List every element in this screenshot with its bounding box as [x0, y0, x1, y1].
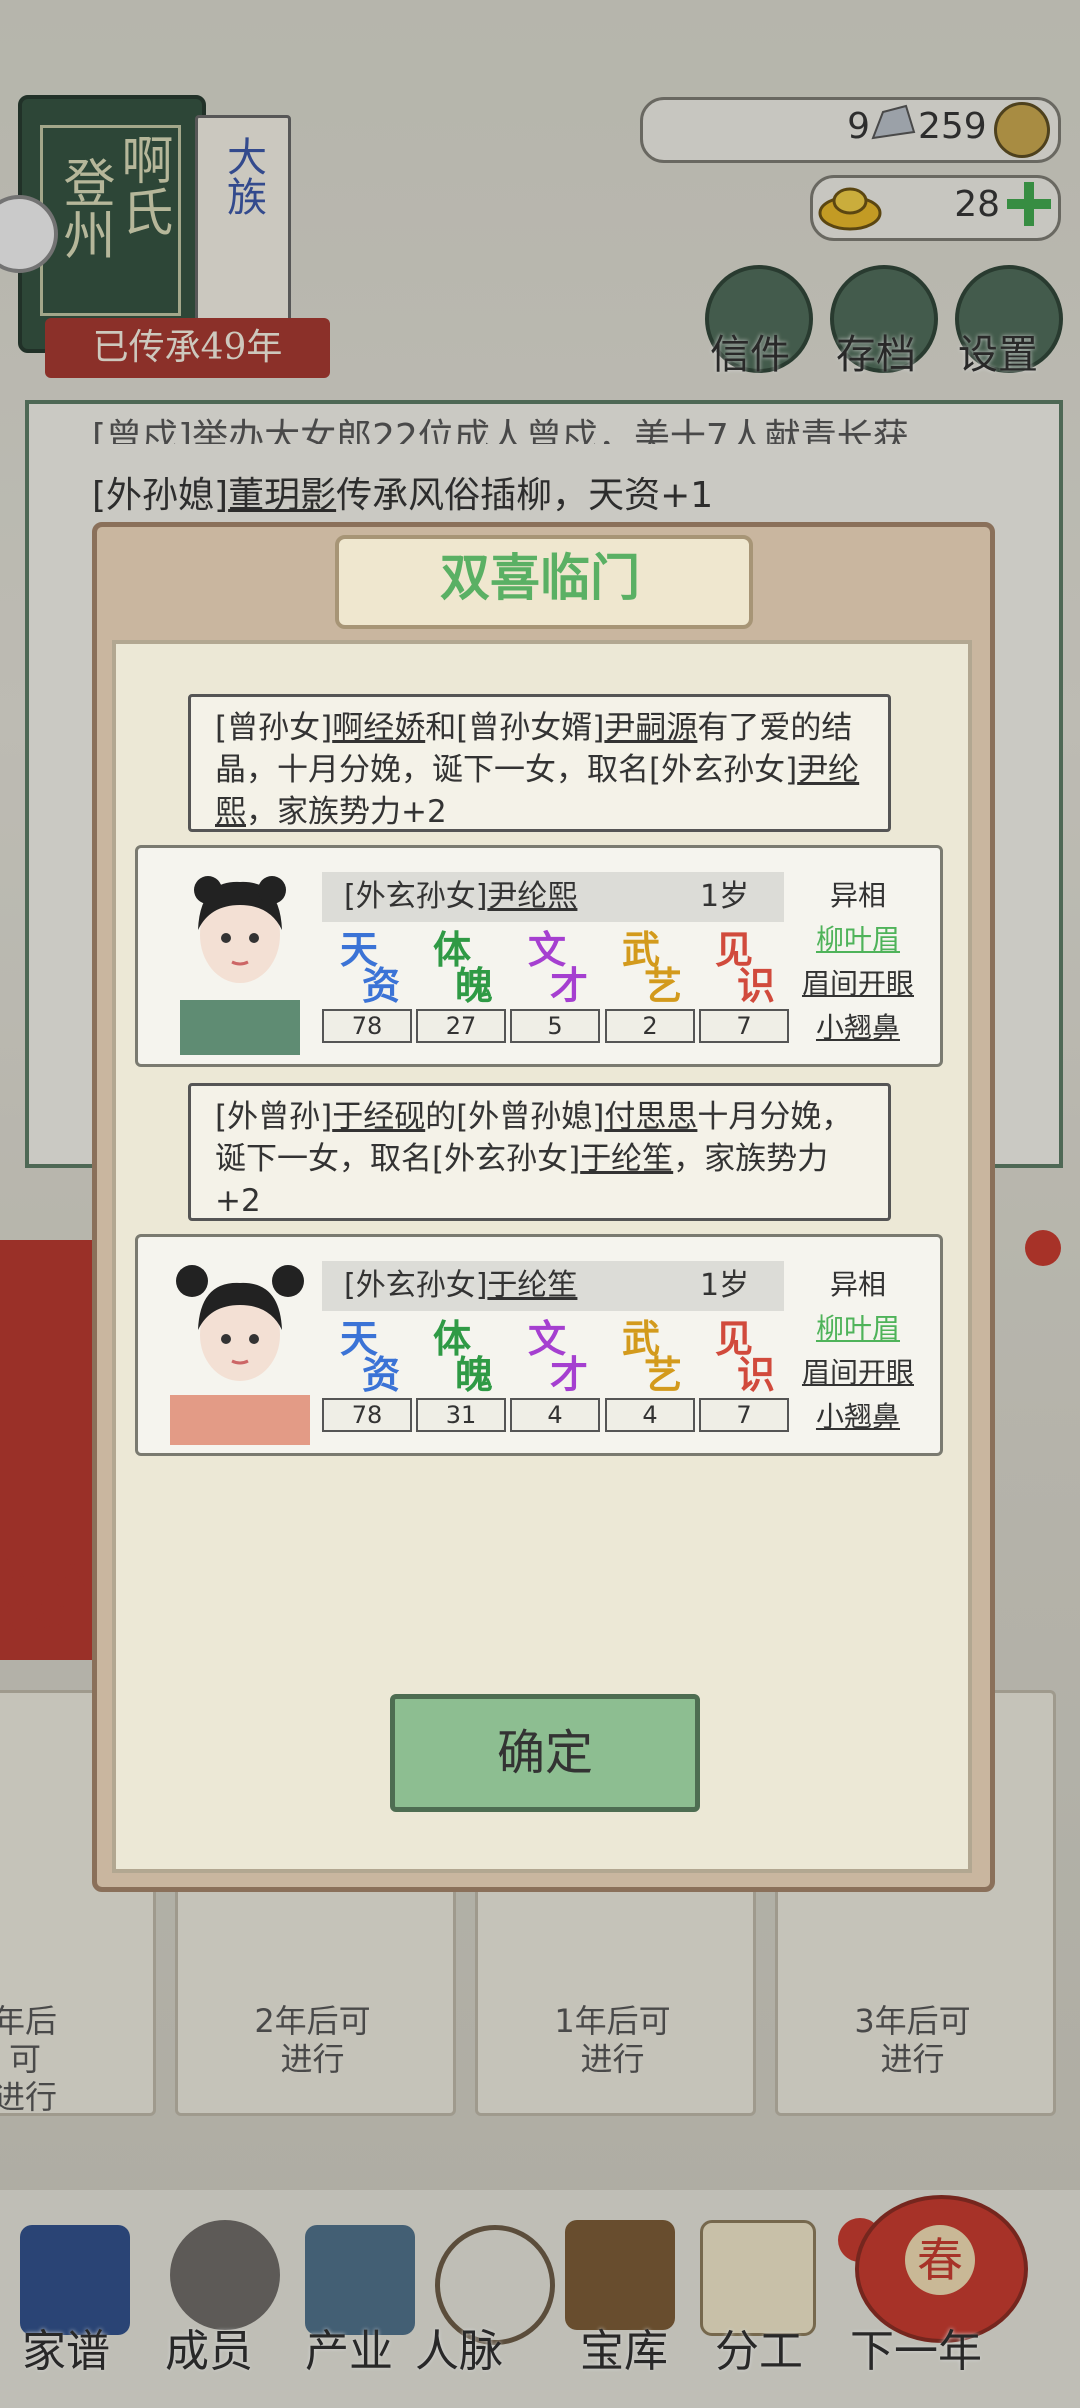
child-1-talent-value: 78: [322, 1009, 412, 1043]
child-1-feature-2[interactable]: 眉间开眼: [783, 962, 933, 1002]
child-2-feature-2[interactable]: 眉间开眼: [783, 1351, 933, 1391]
birth-message-1: [曾孙女]啊经娇和[曾孙女婿]尹嗣源有了爱的结晶，十月分娩，诞下一女，取名[外玄…: [188, 694, 891, 832]
child-2-talent-value: 78: [322, 1398, 412, 1432]
child-1-body-value: 27: [416, 1009, 506, 1043]
child-2-feature-1[interactable]: 柳叶眉: [783, 1307, 933, 1347]
child-1-literary-value: 5: [510, 1009, 600, 1043]
child-2-literary-value: 4: [510, 1398, 600, 1432]
child-1-stat-insight-label: 见识: [714, 927, 775, 1008]
child-1-avatar: [170, 850, 310, 1055]
confirm-button[interactable]: 确定: [390, 1694, 700, 1812]
child-1-stat-talent-label: 天资: [339, 927, 400, 1008]
child-2-stat-insight-label: 见识: [714, 1316, 775, 1397]
child-2-feature-3[interactable]: 小翘鼻: [783, 1395, 933, 1435]
child-2-features-title: 异相: [829, 1268, 886, 1301]
child-2-martial-value: 4: [605, 1398, 695, 1432]
birth-message-2: [外曾孙]于经砚的[外曾孙媳]付思思十月分娩，诞下一女，取名[外玄孙女]于纶笙，…: [188, 1083, 891, 1221]
child-2-stat-talent-label: 天资: [339, 1316, 400, 1397]
dialog-title: 双喜临门: [440, 548, 640, 607]
child-2-stat-body-label: 体魄: [432, 1316, 493, 1397]
child-2-age: 1岁: [700, 1268, 750, 1303]
child-2-stat-literary-label: 文才: [527, 1316, 588, 1397]
child-2-body-value: 31: [416, 1398, 506, 1432]
child-2-stat-martial-label: 武艺: [621, 1316, 682, 1397]
child-1-stat-body-label: 体魄: [432, 927, 493, 1008]
child-1-feature-3[interactable]: 小翘鼻: [783, 1006, 933, 1046]
child-1-feature-1[interactable]: 柳叶眉: [783, 918, 933, 958]
child-1-insight-value: 7: [699, 1009, 789, 1043]
child-1-stat-martial-label: 武艺: [621, 927, 682, 1008]
child-1-stat-literary-label: 文才: [527, 927, 588, 1008]
child-2-insight-value: 7: [699, 1398, 789, 1432]
child-1-features-title: 异相: [829, 879, 886, 912]
child-1-age: 1岁: [700, 879, 750, 914]
child-2-avatar: [160, 1245, 320, 1445]
child-1-martial-value: 2: [605, 1009, 695, 1043]
